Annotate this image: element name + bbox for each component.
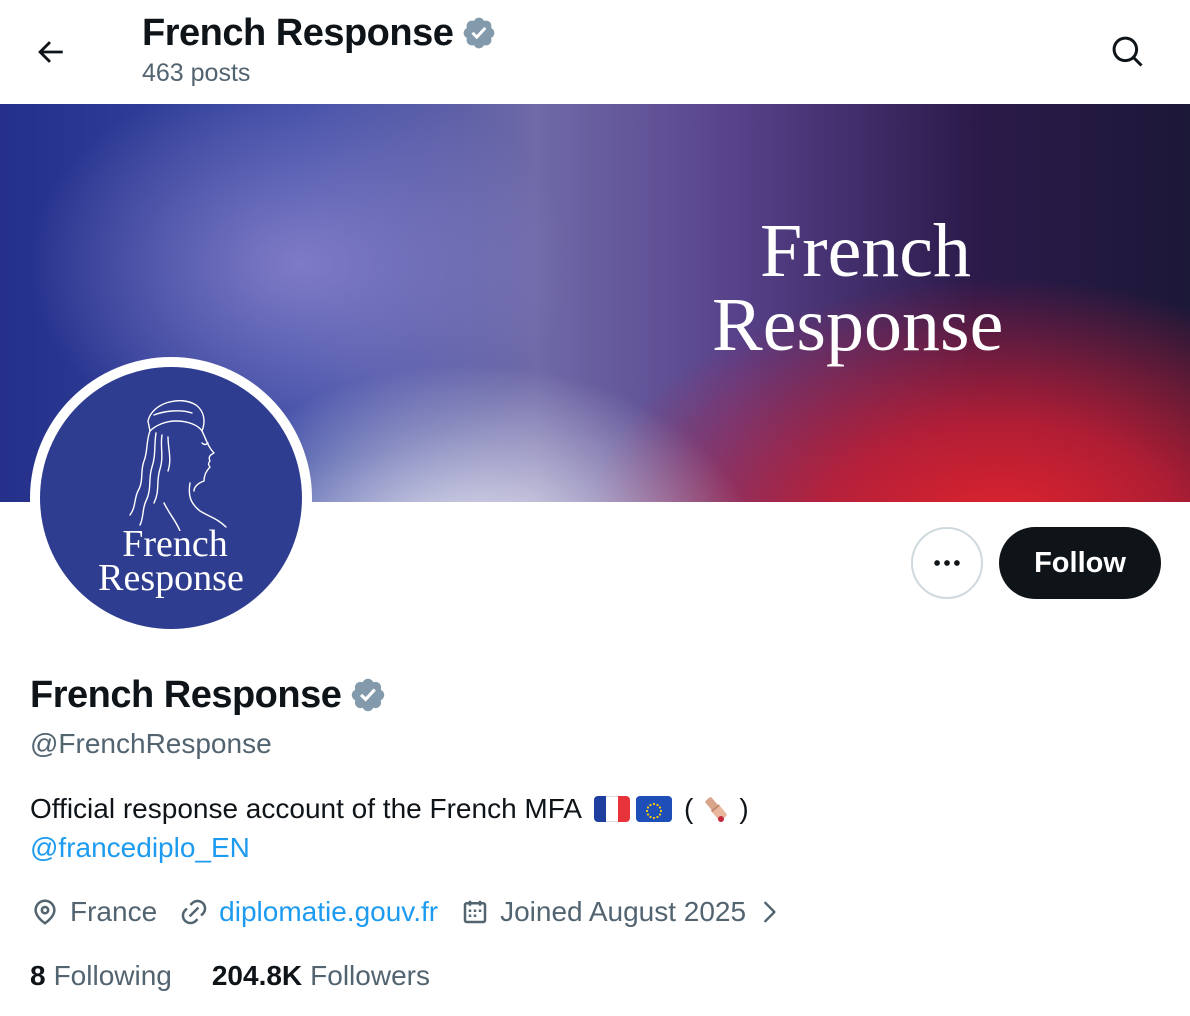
more-icon — [934, 560, 960, 566]
back-button[interactable] — [22, 24, 78, 80]
bio-paren-open: ( — [683, 793, 694, 824]
lipstick-icon — [705, 797, 728, 822]
search-icon — [1112, 36, 1143, 67]
banner-wordmark: French Response — [712, 209, 1004, 367]
banner-line-1: French — [760, 209, 972, 293]
profile-bio: Official response account of the French … — [30, 790, 749, 868]
website: diplomatie.gouv.fr — [179, 892, 438, 932]
marianne-logo-icon — [129, 400, 227, 531]
bio-paren-close: ) — [739, 793, 749, 824]
avatar-image: French Response — [40, 367, 302, 629]
profile-name: French Response — [30, 674, 342, 716]
profile-meta: France diplomatie.gouv.fr Joined August … — [30, 892, 782, 932]
profile-name-row: French Response — [30, 672, 387, 718]
follow-stats: 8 Following 204.8K Followers — [30, 956, 470, 996]
banner-line-2: Response — [712, 283, 1004, 367]
followers-count: 204.8K — [211, 960, 303, 991]
avatar-line-2: Response — [98, 557, 244, 599]
avatar-line-1: French — [122, 523, 228, 565]
top-bar: French Response 463 posts — [0, 0, 1190, 104]
more-options-button[interactable] — [911, 527, 983, 599]
joined-text: Joined August 2025 — [500, 896, 747, 927]
bio-text: Official response account of the French … — [30, 793, 582, 824]
avatar[interactable]: French Response — [30, 357, 312, 639]
avatar-wordmark: French Response — [40, 523, 302, 599]
location: France — [30, 892, 157, 932]
bio-mention-link[interactable]: @francediplo_EN — [30, 828, 749, 868]
verified-badge-icon[interactable] — [349, 676, 387, 714]
back-arrow-icon — [38, 41, 63, 63]
following-link[interactable]: 8 Following — [30, 956, 172, 996]
france-flag-icon — [593, 796, 630, 822]
followers-label: Followers — [310, 960, 430, 991]
followers-link[interactable]: 204.8K Followers — [212, 956, 430, 996]
profile-handle: @FrenchResponse — [30, 728, 272, 759]
search-button[interactable] — [1100, 24, 1156, 80]
post-count: 463 posts — [142, 59, 251, 87]
chevron-right-icon — [764, 901, 776, 923]
website-link[interactable]: diplomatie.gouv.fr — [219, 892, 438, 932]
joined-date[interactable]: Joined August 2025 — [460, 892, 782, 932]
verified-badge-icon — [464, 17, 495, 49]
following-label: Following — [53, 960, 172, 991]
header-profile-name: French Response — [142, 12, 454, 54]
location-icon — [34, 899, 56, 925]
following-count: 8 — [30, 960, 46, 991]
calendar-icon — [463, 900, 487, 924]
location-text: France — [70, 896, 158, 927]
link-icon — [181, 899, 207, 925]
eu-flag-icon — [635, 796, 672, 822]
header-title: French Response 463 posts — [142, 10, 497, 90]
follow-button[interactable]: Follow — [999, 527, 1161, 599]
